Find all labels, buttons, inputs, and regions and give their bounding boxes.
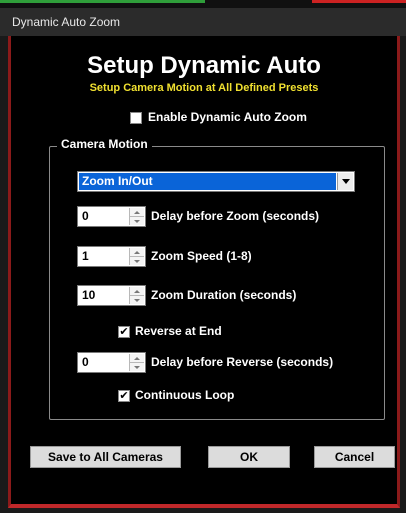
spin-up-button[interactable] (130, 354, 144, 363)
reverse-at-end-checkbox[interactable]: ✔ (118, 326, 130, 338)
arrow-up-icon (134, 289, 140, 293)
delay-before-reverse-spinner[interactable]: 0 (77, 352, 146, 373)
window-titlebar[interactable]: Dynamic Auto Zoom (0, 8, 406, 36)
delay-before-reverse-label: Delay before Reverse (seconds) (151, 355, 334, 369)
arrow-up-icon (134, 210, 140, 214)
zoom-speed-value: 1 (82, 249, 89, 263)
reverse-at-end-label: Reverse at End (135, 324, 222, 338)
zoom-speed-spinner[interactable]: 1 (77, 246, 146, 267)
arrow-down-icon (134, 259, 140, 263)
motion-mode-select[interactable]: Zoom In/Out (77, 171, 355, 192)
delay-before-reverse-value: 0 (82, 355, 89, 369)
spin-down-button[interactable] (130, 257, 144, 265)
spin-down-button[interactable] (130, 363, 144, 371)
arrow-up-icon (134, 356, 140, 360)
motion-mode-value: Zoom In/Out (79, 173, 336, 190)
arrow-down-icon (134, 365, 140, 369)
continuous-loop-label: Continuous Loop (135, 388, 235, 402)
spin-up-button[interactable] (130, 287, 144, 296)
page-subtitle: Setup Camera Motion at All Defined Prese… (89, 82, 319, 94)
save-to-all-cameras-button[interactable]: Save to All Cameras (30, 446, 181, 468)
delay-before-zoom-label: Delay before Zoom (seconds) (151, 209, 320, 223)
zoom-speed-label: Zoom Speed (1-8) (151, 249, 252, 263)
zoom-duration-label: Zoom Duration (seconds) (151, 288, 297, 302)
page-title: Setup Dynamic Auto (87, 52, 321, 79)
chevron-down-icon (341, 179, 350, 184)
spin-down-button[interactable] (130, 217, 144, 225)
top-strip (0, 0, 406, 8)
delay-before-zoom-spinner[interactable]: 0 (77, 206, 146, 227)
arrow-up-icon (134, 250, 140, 254)
enable-zoom-label: Enable Dynamic Auto Zoom (148, 110, 307, 124)
ok-button[interactable]: OK (208, 446, 290, 468)
zoom-duration-spinner[interactable]: 10 (77, 285, 146, 306)
enable-zoom-checkbox[interactable] (130, 112, 142, 124)
camera-motion-legend: Camera Motion (57, 137, 152, 151)
spin-up-button[interactable] (130, 248, 144, 257)
top-strip-green (0, 0, 205, 3)
zoom-duration-value: 10 (82, 288, 96, 302)
delay-before-zoom-value: 0 (82, 209, 89, 223)
top-strip-red (312, 0, 406, 3)
dropdown-button[interactable] (337, 173, 353, 190)
spin-down-button[interactable] (130, 296, 144, 304)
spin-up-button[interactable] (130, 208, 144, 217)
continuous-loop-checkbox[interactable]: ✔ (118, 390, 130, 402)
cancel-button[interactable]: Cancel (314, 446, 395, 468)
arrow-down-icon (134, 219, 140, 223)
window-title: Dynamic Auto Zoom (12, 15, 121, 29)
arrow-down-icon (134, 298, 140, 302)
dialog: Setup Dynamic Auto Setup Camera Motion a… (8, 36, 400, 508)
